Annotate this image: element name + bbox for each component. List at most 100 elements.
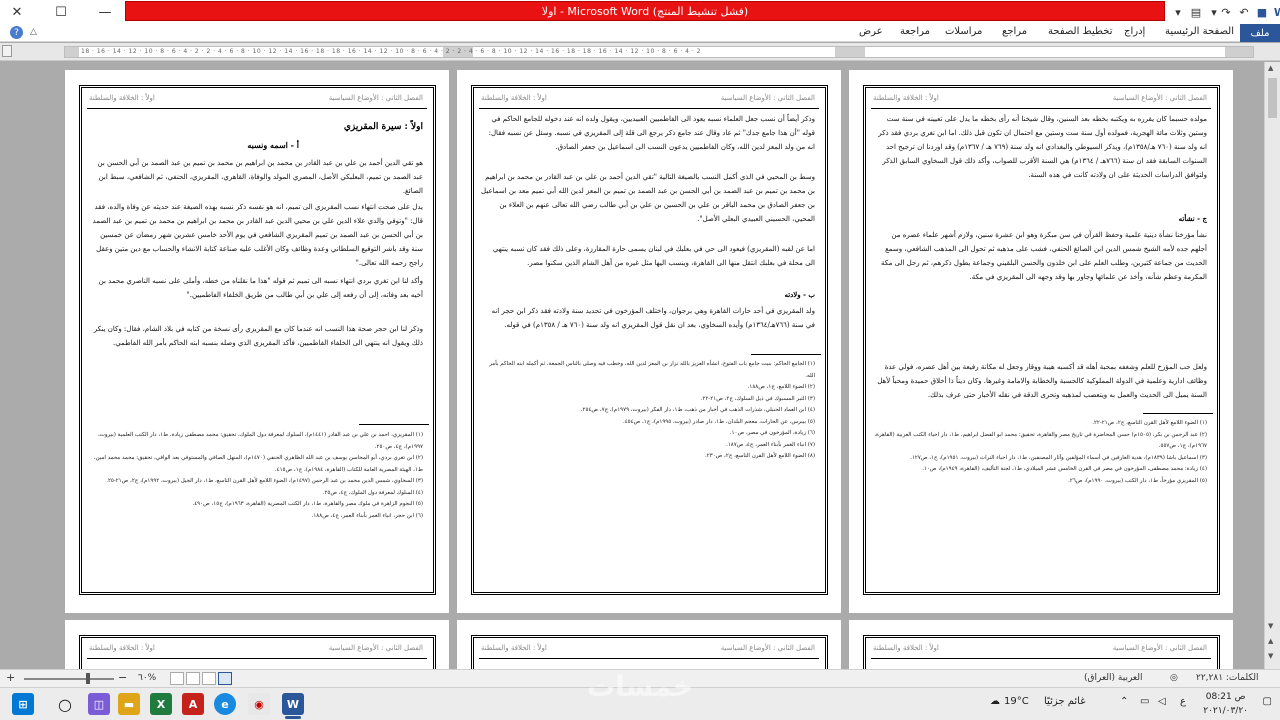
body-text: وذكر لنا ابن حجر صحة هذا النسب انه عندما… bbox=[93, 325, 423, 347]
page-4[interactable]: اولاً : الخلافة والسلطنة الفصل الثاني : … bbox=[849, 620, 1233, 669]
browser-icon[interactable]: ◉ bbox=[248, 693, 270, 715]
footnote: (٧) انباء الغمر بأبناء العمر، ج٤، ص١٨٧. bbox=[726, 441, 815, 448]
scroll-down-icon[interactable]: ▼ bbox=[1268, 622, 1273, 630]
header-right: الفصل الثاني : الأوضاع السياسية bbox=[1112, 644, 1207, 652]
page-1[interactable]: اولاً : الخلافة والسلطنة الفصل الثاني : … bbox=[849, 70, 1233, 613]
zoom-slider-knob[interactable] bbox=[86, 673, 90, 684]
draft-view-icon[interactable] bbox=[170, 672, 184, 685]
word-taskbar-icon[interactable]: W bbox=[282, 693, 304, 715]
zoom-out-button[interactable]: − bbox=[118, 671, 127, 684]
web-layout-icon[interactable] bbox=[202, 672, 216, 685]
page-2[interactable]: اولاً : الخلافة والسلطنة الفصل الثاني : … bbox=[457, 70, 841, 613]
ribbon-collapse-icon[interactable]: △ bbox=[30, 27, 37, 37]
layout-icon[interactable]: ▤ bbox=[1188, 4, 1204, 20]
footnotes: (١) الجامع الحاكم: بنيت جامع باب الفتوح،… bbox=[481, 359, 815, 587]
header-rule bbox=[87, 658, 427, 659]
proofing-icon[interactable]: ◎ bbox=[1170, 673, 1178, 683]
footnotes: (١) الضوء اللامع لأهل القرن التاسع، ج٢، … bbox=[873, 418, 1207, 588]
close-icon: ✕ bbox=[11, 4, 23, 20]
body-text: هو تقي الدين أحمد بن علي بن عبد القادر ب… bbox=[97, 159, 424, 195]
task-view-icon[interactable]: ◫ bbox=[88, 693, 110, 715]
tab-file[interactable]: ملف bbox=[1240, 24, 1280, 42]
file-explorer-icon[interactable]: ▬ bbox=[118, 693, 140, 715]
tab-selector[interactable] bbox=[2, 45, 12, 57]
ribbon-tabs: ? △ عرض مراجعة مراسلات مراجع تخطيط الصفح… bbox=[0, 24, 1280, 42]
window-title: اولا - Microsoft Word (فشل تنشيط المنتج) bbox=[125, 1, 1165, 21]
word-count[interactable]: الكلمات: ٢٢,٢٨١ bbox=[1196, 673, 1259, 683]
language-status[interactable]: العربية (العراق) bbox=[1084, 673, 1143, 683]
header-right: الفصل الثاني : الأوضاع السياسية bbox=[720, 644, 815, 652]
header-rule bbox=[87, 108, 427, 109]
tab-view[interactable]: عرض bbox=[859, 26, 883, 37]
scroll-up-icon[interactable]: ▲ bbox=[1268, 64, 1273, 72]
page-3[interactable]: اولاً : الخلافة والسلطنة الفصل الثاني : … bbox=[65, 70, 449, 613]
pdf-icon[interactable]: A bbox=[182, 693, 204, 715]
body-text: اما عن لقبه (المقريزي) فيعود الى حي في ب… bbox=[492, 245, 815, 267]
weather-temp[interactable]: 19°C bbox=[1004, 696, 1029, 707]
document-area[interactable]: اولاً : الخلافة والسلطنة الفصل الثاني : … bbox=[0, 62, 1264, 669]
word-logo-icon: W bbox=[1273, 5, 1280, 19]
active-app-indicator bbox=[285, 716, 301, 719]
weather-text[interactable]: غائم جزئيًا bbox=[1044, 696, 1085, 707]
print-layout-icon[interactable] bbox=[218, 672, 232, 685]
header-left: اولاً : الخلافة والسلطنة bbox=[89, 644, 155, 652]
tab-home[interactable]: الصفحة الرئيسية bbox=[1165, 26, 1234, 37]
horizontal-ruler[interactable]: 18 · 16 · 14 · 12 · 10 · 8 · 6 · 4 · 2 ·… bbox=[64, 46, 1254, 58]
system-clock[interactable]: 08:21 ص ٢٠٢١/٠٣/٢٠ bbox=[1203, 690, 1248, 718]
header-left: اولاً : الخلافة والسلطنة bbox=[873, 644, 939, 652]
footnote: (٢) الضوء اللامع، ج١، ص١٨٨. bbox=[747, 384, 815, 390]
watermark: خمسات bbox=[586, 670, 694, 703]
volume-icon[interactable]: ◁ bbox=[1158, 696, 1166, 707]
excel-icon[interactable]: X bbox=[150, 693, 172, 715]
show-hidden-icons[interactable]: ⌃ bbox=[1120, 696, 1128, 707]
title-bar: ✕ ☐ — اولا - Microsoft Word (فشل تنشيط ا… bbox=[0, 0, 1280, 24]
header-rule bbox=[871, 658, 1211, 659]
header-left: اولاً : الخلافة والسلطنة bbox=[873, 94, 939, 102]
tab-review[interactable]: مراجعة bbox=[900, 26, 930, 37]
footnote: (٤) زيادة: محمد مصطفى، المؤرخون في مصر ف… bbox=[922, 466, 1207, 472]
tab-page-layout[interactable]: تخطيط الصفحة bbox=[1048, 26, 1113, 37]
next-page-icon[interactable]: ▼ bbox=[1268, 652, 1273, 660]
tab-mailings[interactable]: مراسلات bbox=[945, 26, 982, 37]
ruler-ticks: 18 · 16 · 14 · 12 · 10 · 8 · 6 · 4 · 2 ·… bbox=[81, 48, 701, 55]
language-indicator[interactable]: ع bbox=[1180, 696, 1186, 707]
weather-icon[interactable]: ☁ bbox=[990, 696, 1000, 707]
dropdown-icon[interactable]: ▾ bbox=[1170, 4, 1186, 20]
maximize-button[interactable]: ☐ bbox=[44, 0, 78, 24]
scroll-thumb[interactable] bbox=[1268, 78, 1277, 118]
header-left: اولاً : الخلافة والسلطنة bbox=[481, 644, 547, 652]
help-icon[interactable]: ? bbox=[10, 26, 23, 39]
save-icon[interactable]: ■ bbox=[1254, 4, 1270, 20]
minimize-button[interactable]: — bbox=[88, 0, 122, 24]
footnote: (٣) السخاوي، شمس الدين محمد بن عبد الرحم… bbox=[106, 478, 423, 484]
page-6[interactable]: اولاً : الخلافة والسلطنة الفصل الثاني : … bbox=[65, 620, 449, 669]
network-icon[interactable]: ▭ bbox=[1140, 696, 1149, 707]
header-rule bbox=[871, 108, 1211, 109]
page-border bbox=[79, 635, 436, 669]
zoom-level[interactable]: ٦٠% bbox=[138, 673, 156, 683]
edge-icon[interactable]: e bbox=[214, 693, 236, 715]
tab-insert[interactable]: إدراج bbox=[1124, 26, 1145, 37]
close-button[interactable]: ✕ bbox=[0, 0, 34, 24]
vertical-scrollbar[interactable]: ▲ ▼ ▲ ▼ bbox=[1264, 62, 1280, 669]
windows-start-icon[interactable]: ⊞ bbox=[12, 693, 34, 715]
zoom-slider[interactable] bbox=[24, 678, 114, 680]
body-text: وسط بن المحيي في الذي أكمل النسب بالصيغة… bbox=[481, 173, 815, 223]
undo-icon[interactable]: ↶ bbox=[1236, 4, 1252, 20]
footnote: (٥) بيبرس، عن الحارات، معجم البلدان، ط١،… bbox=[622, 418, 815, 425]
page-border bbox=[471, 635, 828, 669]
page-5[interactable]: اولاً : الخلافة والسلطنة الفصل الثاني : … bbox=[457, 620, 841, 669]
footnote: (٢) عبد الرحمن بن بكر، (١٥٠٥م) حسن المحا… bbox=[874, 431, 1207, 450]
search-icon[interactable]: ○ bbox=[54, 693, 76, 715]
notifications-icon[interactable]: ▢ bbox=[1263, 696, 1272, 707]
clock-time: 08:21 ص bbox=[1205, 692, 1246, 702]
tab-references[interactable]: مراجع bbox=[1002, 26, 1027, 37]
maximize-icon: ☐ bbox=[55, 4, 67, 20]
quick-access-toolbar-right: ↷ ↶ ■ W bbox=[1218, 3, 1280, 21]
previous-page-icon[interactable]: ▲ bbox=[1268, 637, 1273, 645]
zoom-in-button[interactable]: + bbox=[6, 671, 15, 684]
redo-icon[interactable]: ↷ bbox=[1218, 4, 1234, 20]
header-right: الفصل الثاني : الأوضاع السياسية bbox=[1112, 94, 1207, 102]
body-text: يدل على صحت انتهاء نسب المقريزي الى تميم… bbox=[92, 203, 423, 267]
outline-view-icon[interactable] bbox=[186, 672, 200, 685]
